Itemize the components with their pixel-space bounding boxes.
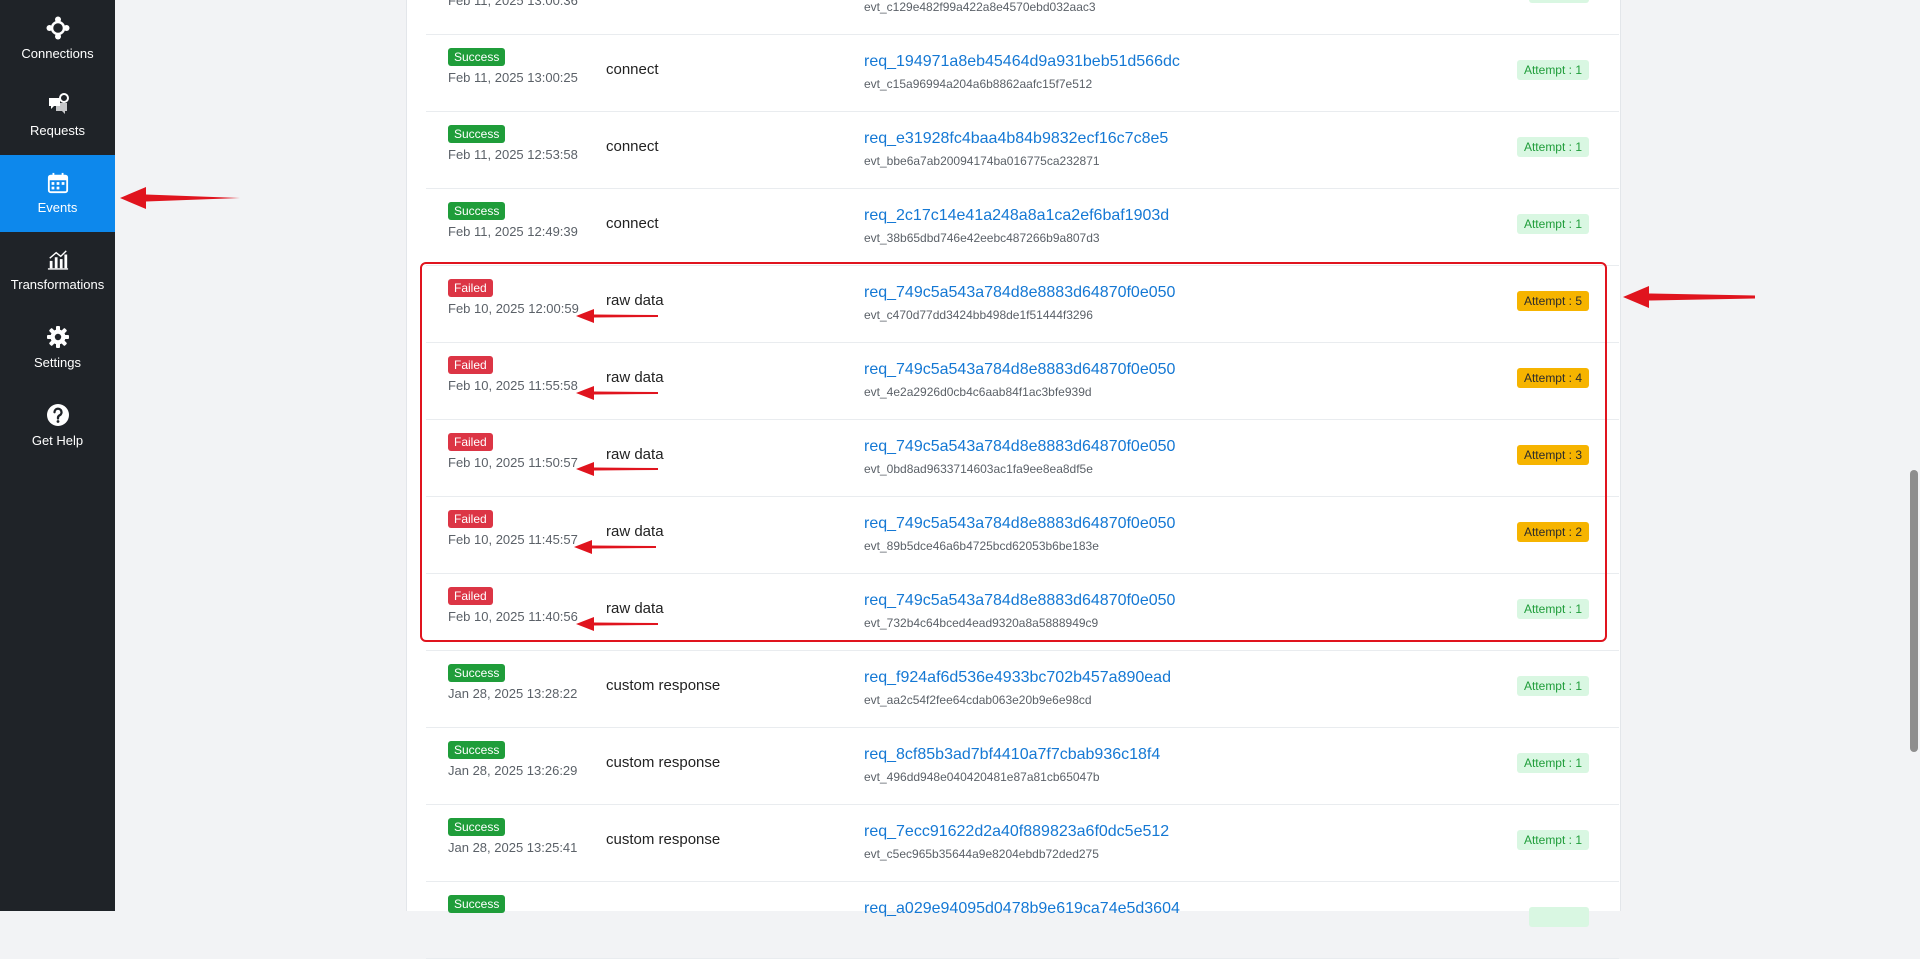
- event-type: connect: [606, 61, 659, 78]
- annotation-arrow-icon: [1623, 286, 1755, 308]
- event-id: evt_c5ec965b35644a9e8204ebdb72ded275: [864, 847, 1099, 861]
- sidebar-item-label: Settings: [34, 355, 81, 370]
- attempt-badge: Attempt : 1: [1516, 214, 1589, 234]
- event-timestamp: Feb 11, 2025 12:53:58: [448, 147, 578, 162]
- annotation-arrow-icon: [120, 187, 240, 209]
- sidebar-item-label: Transformations: [10, 277, 105, 292]
- sidebar-item-label: Requests: [30, 123, 85, 138]
- requests-icon: [48, 93, 69, 114]
- status-badge: Success: [448, 818, 506, 836]
- status-badge: Success: [448, 125, 506, 143]
- event-row[interactable]: Success Jan 28, 2025 13:28:22 custom res…: [426, 650, 1619, 728]
- event-timestamp: Jan 28, 2025 13:28:22: [448, 686, 578, 701]
- attempt-badge: Attempt : 1: [1516, 60, 1589, 80]
- sidebar: Connections Requests Events Transformati…: [0, 0, 115, 911]
- event-id: evt_aa2c54f2fee64cdab063e20b9e6e98cd: [864, 693, 1092, 707]
- sidebar-item-connections[interactable]: Connections: [0, 0, 115, 77]
- sidebar-item-settings[interactable]: Settings: [0, 309, 115, 386]
- calendar-icon: [47, 172, 68, 194]
- sidebar-item-events[interactable]: Events: [0, 155, 115, 232]
- annotation-arrow-icon: [576, 386, 658, 400]
- request-id-link[interactable]: req_194971a8eb45464d9a931beb51d566dc: [864, 53, 1180, 71]
- event-type: custom response: [606, 754, 721, 771]
- sidebar-item-label: Events: [37, 200, 78, 215]
- status-badge: Success: [448, 741, 506, 759]
- attempt-badge: [1529, 0, 1589, 3]
- request-id-link[interactable]: req_7ecc91622d2a40f889823a6f0dc5e512: [864, 823, 1169, 841]
- annotation-arrow-icon: [576, 309, 658, 323]
- event-row[interactable]: Success Jan 28, 2025 13:26:29 custom res…: [426, 727, 1619, 805]
- sidebar-item-get-help[interactable]: Get Help: [0, 387, 115, 464]
- scrollbar-thumb[interactable]: [1910, 470, 1918, 752]
- status-badge: Success: [448, 664, 506, 682]
- request-id-link[interactable]: req_f924af6d536e4933bc702b457a890ead: [864, 669, 1171, 687]
- event-type: custom response: [606, 831, 721, 848]
- attempt-badge: Attempt : 1: [1516, 137, 1589, 157]
- event-type: connect: [606, 215, 659, 232]
- event-timestamp: Jan 28, 2025 13:25:41: [448, 840, 578, 855]
- event-id: evt_38b65dbd746e42eebc487266b9a807d3: [864, 231, 1100, 245]
- attempt-badge: [1529, 907, 1589, 927]
- event-id: evt_c15a96994a204a6b8862aafc15f7e512: [864, 77, 1093, 91]
- event-type: connect: [606, 138, 659, 155]
- sidebar-item-requests[interactable]: Requests: [0, 77, 115, 154]
- event-row[interactable]: Success Feb 11, 2025 12:49:39 connect re…: [426, 188, 1619, 266]
- attempt-badge: Attempt : 1: [1516, 753, 1589, 773]
- status-badge: Success: [448, 895, 506, 913]
- event-row[interactable]: Success Feb 11, 2025 12:53:58 connect re…: [426, 111, 1619, 189]
- sidebar-item-label: Get Help: [31, 433, 84, 448]
- request-id-link[interactable]: req_2c17c14e41a248a8a1ca2ef6baf1903d: [864, 207, 1169, 225]
- event-timestamp: Jan 28, 2025 13:26:29: [448, 763, 578, 778]
- chart-icon: [47, 250, 68, 270]
- sidebar-item-transformations[interactable]: Transformations: [0, 232, 115, 309]
- event-type: custom response: [606, 677, 721, 694]
- status-badge: Success: [448, 48, 506, 66]
- sidebar-item-label: Connections: [21, 46, 94, 61]
- event-row-partial[interactable]: Feb 11, 2025 13:00:36 evt_c129e482f99a42…: [426, 0, 1619, 35]
- attempt-badge: Attempt : 1: [1516, 830, 1589, 850]
- attempt-badge: Attempt : 1: [1516, 676, 1589, 696]
- event-id: evt_c129e482f99a422a8e4570ebd032aac3: [864, 0, 1096, 14]
- request-id-link[interactable]: req_8cf85b3ad7bf4410a7f7cbab936c18f4: [864, 746, 1160, 764]
- event-timestamp: Feb 11, 2025 13:00:36: [448, 0, 578, 8]
- request-id-link[interactable]: req_e31928fc4baa4b84b9832ecf16c7c8e5: [864, 130, 1168, 148]
- annotation-arrow-icon: [576, 617, 658, 631]
- request-id-link[interactable]: req_a029e94095d0478b9e619ca74e5d3604: [864, 900, 1180, 918]
- event-row[interactable]: Success Feb 11, 2025 13:00:25 connect re…: [426, 34, 1619, 112]
- help-icon: [46, 404, 69, 426]
- event-id: evt_bbe6a7ab20094174ba016775ca232871: [864, 154, 1100, 168]
- event-timestamp: Feb 11, 2025 13:00:25: [448, 70, 578, 85]
- gear-icon: [46, 326, 69, 348]
- event-id: evt_496dd948e040420481e87a81cb65047b: [864, 770, 1100, 784]
- event-row[interactable]: Success Jan 28, 2025 13:25:41 custom res…: [426, 804, 1619, 882]
- annotation-arrow-icon: [576, 462, 658, 476]
- event-row-partial[interactable]: Success req_a029e94095d0478b9e619ca74e5d…: [426, 881, 1619, 959]
- event-timestamp: Feb 11, 2025 12:49:39: [448, 224, 578, 239]
- connections-icon: [46, 16, 69, 40]
- annotation-arrow-icon: [574, 540, 656, 554]
- status-badge: Success: [448, 202, 506, 220]
